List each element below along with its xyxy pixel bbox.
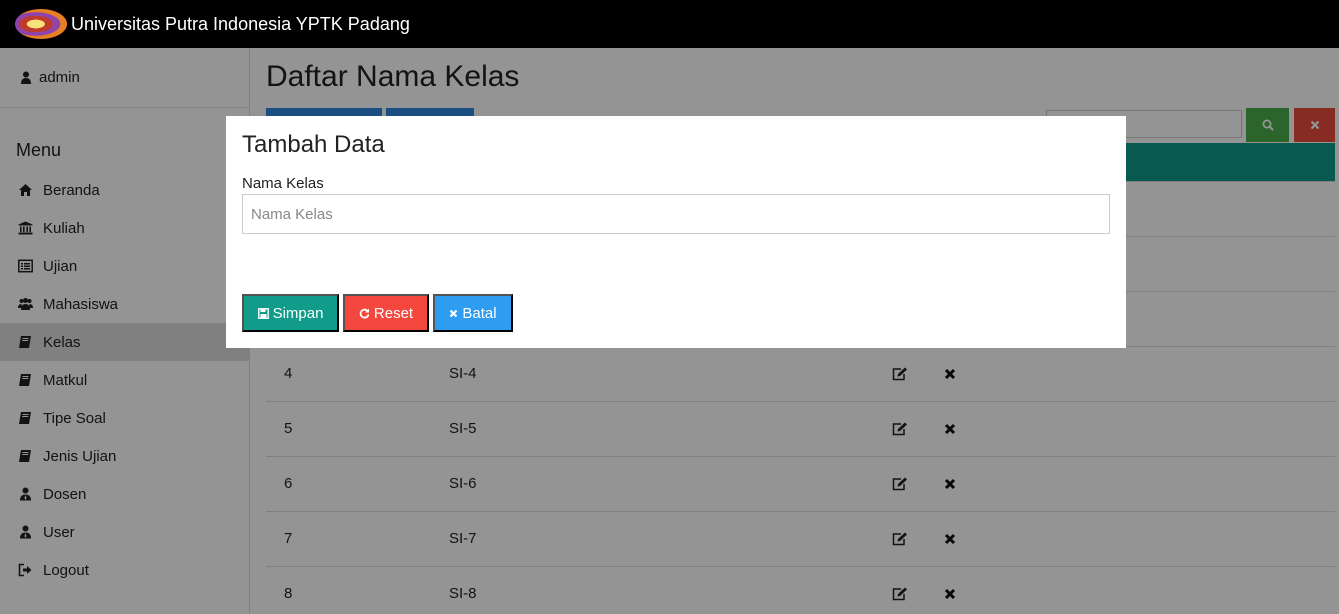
modal-title: Tambah Data — [242, 131, 385, 158]
add-data-modal: Tambah Data Nama Kelas Simpan Reset Bata… — [226, 116, 1126, 348]
reset-button-label: Reset — [373, 304, 414, 322]
nama-kelas-label: Nama Kelas — [242, 175, 324, 192]
save-button-label: Simpan — [272, 304, 324, 322]
top-navbar: Universitas Putra Indonesia YPTK Padang — [0, 0, 1339, 48]
floppy-icon — [257, 307, 269, 319]
close-icon — [450, 309, 458, 317]
app-title: Universitas Putra Indonesia YPTK Padang — [71, 13, 410, 34]
cancel-button-label: Batal — [462, 304, 497, 322]
nama-kelas-input[interactable] — [242, 194, 1110, 234]
refresh-icon — [359, 308, 370, 318]
university-logo — [15, 9, 67, 39]
reset-button[interactable]: Reset — [343, 294, 429, 332]
save-button[interactable]: Simpan — [242, 294, 339, 332]
cancel-button[interactable]: Batal — [433, 294, 513, 332]
